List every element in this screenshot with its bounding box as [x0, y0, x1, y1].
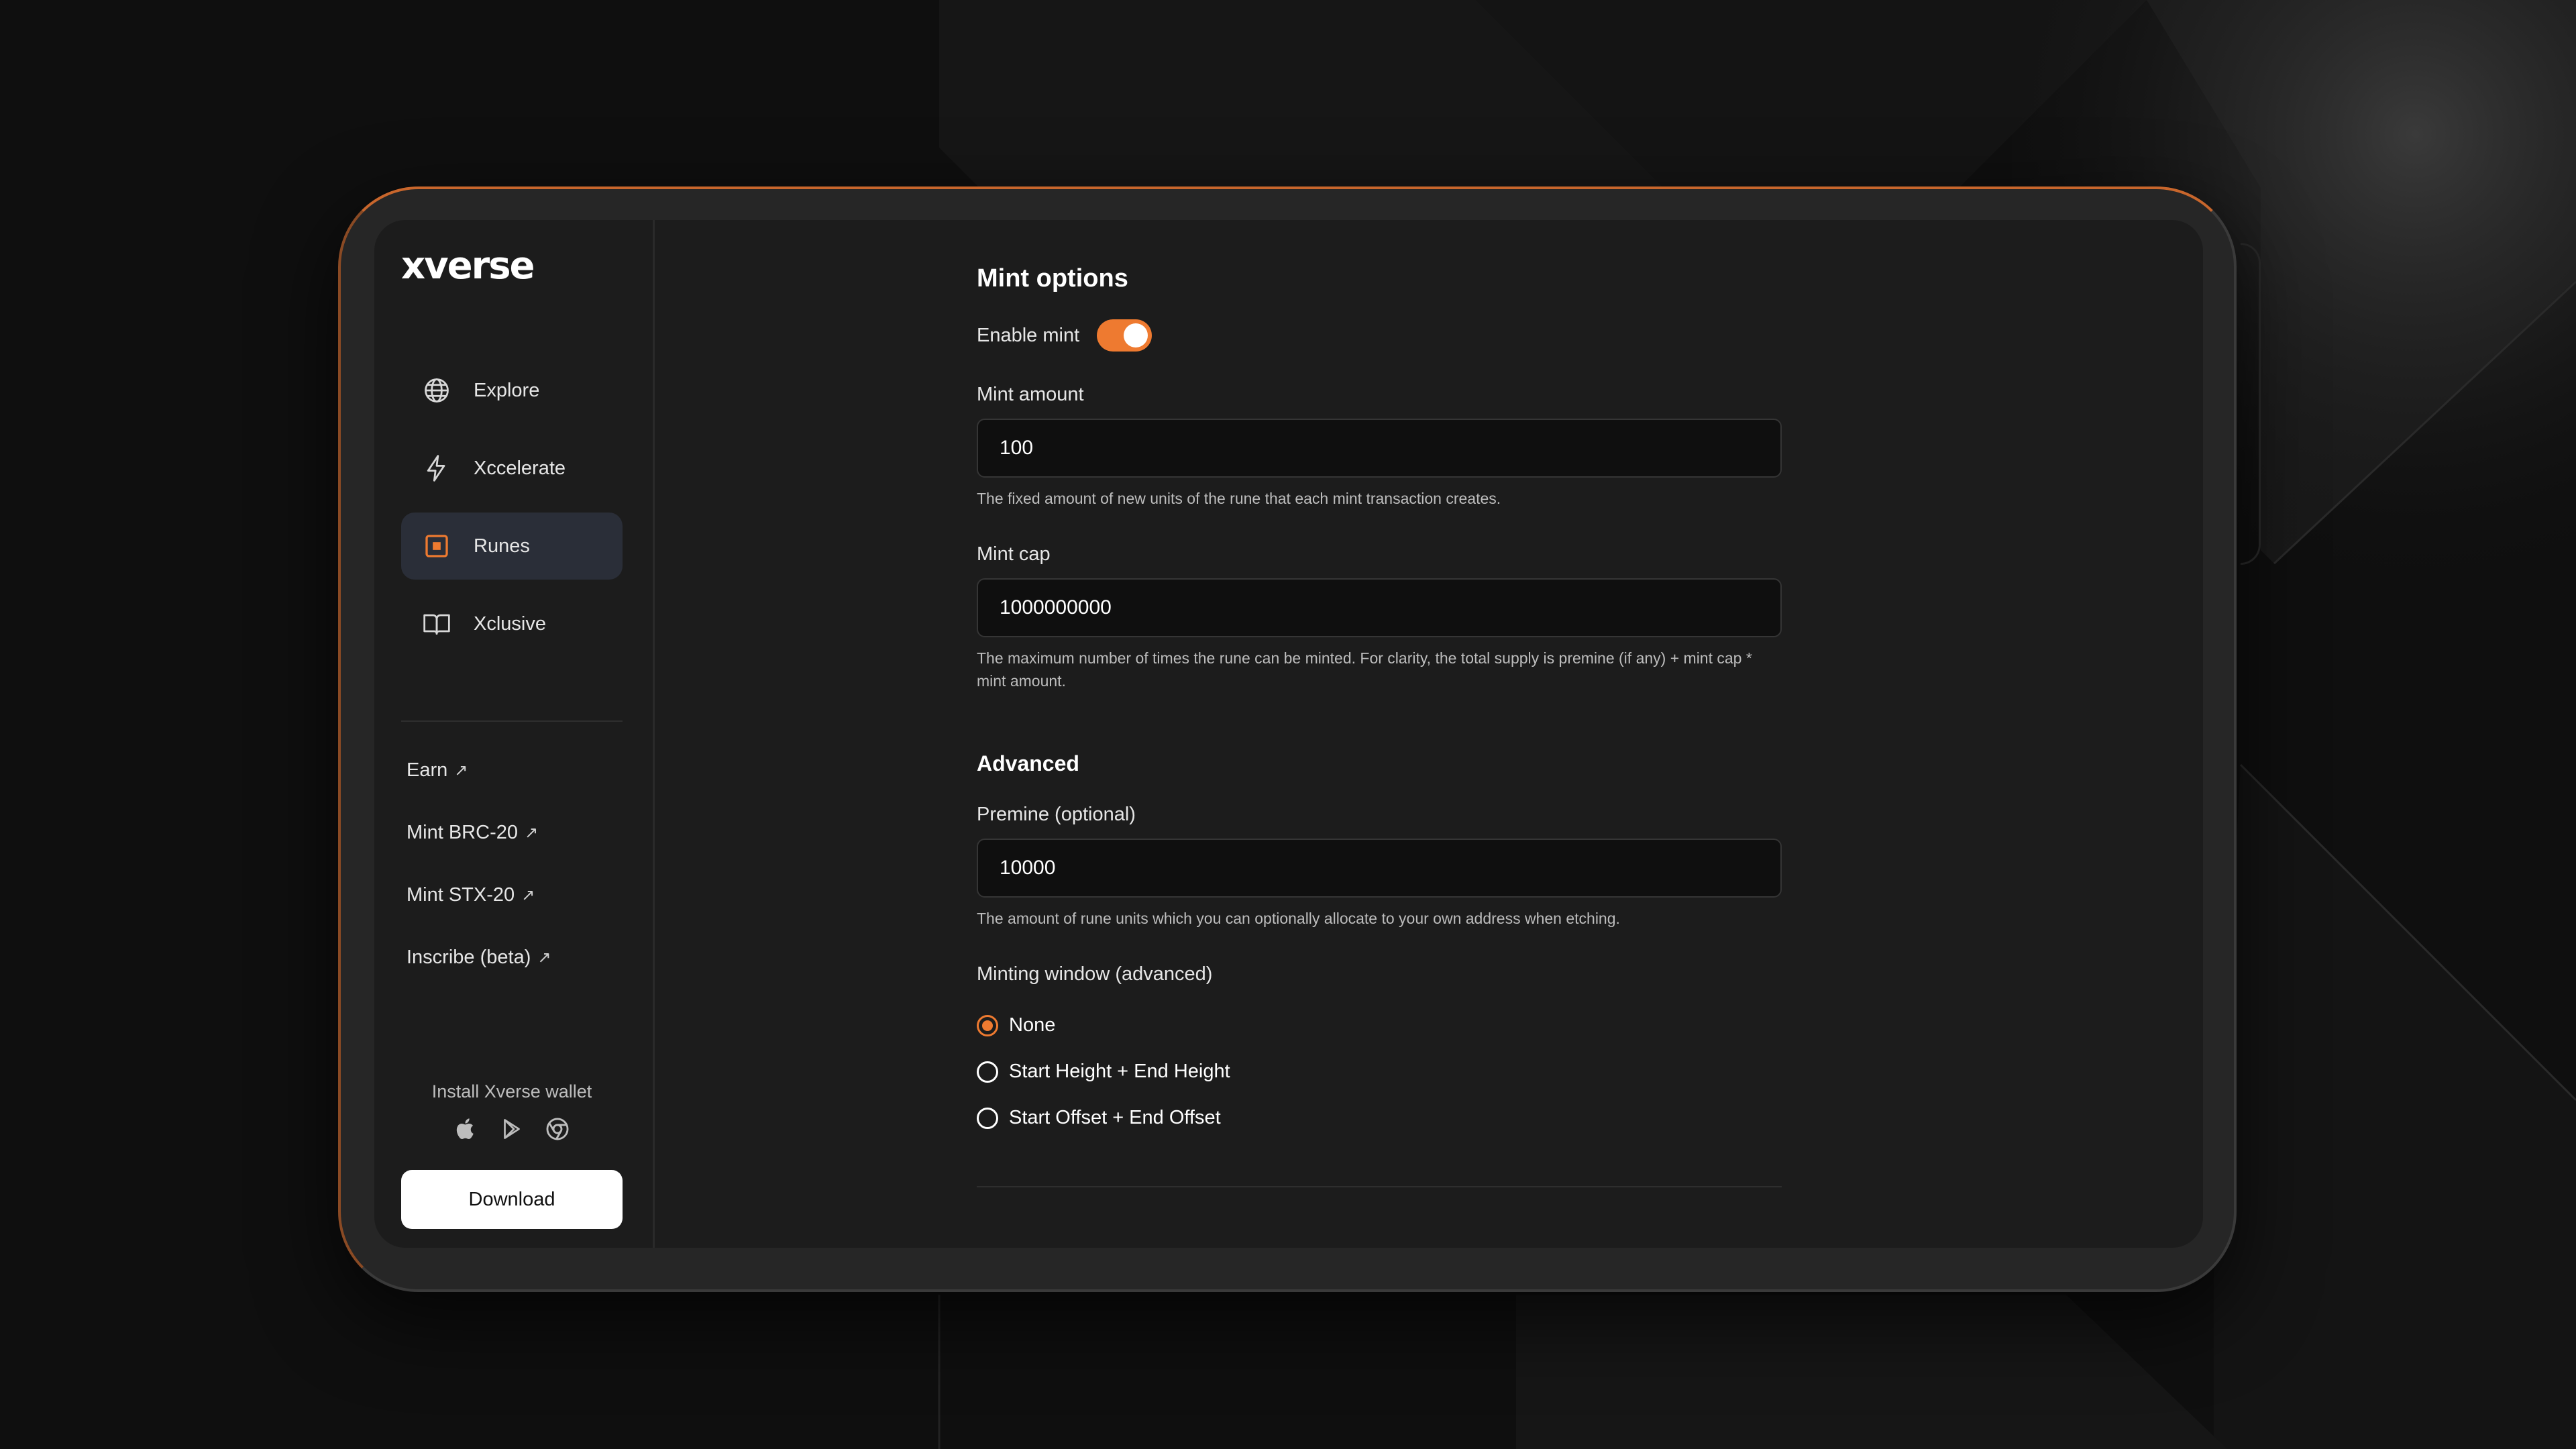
install-wallet-text: Install Xverse wallet	[431, 1081, 592, 1102]
enable-mint-toggle[interactable]	[1097, 319, 1152, 352]
mint-cap-hint: The maximum number of times the rune can…	[977, 649, 1752, 690]
link-label: Earn	[407, 759, 448, 781]
xverse-logo[interactable]: xverse	[401, 244, 535, 288]
mint-amount-hint: The fixed amount of new units of the run…	[977, 490, 1501, 507]
radio-button[interactable]	[977, 1061, 998, 1083]
mint-cap-input[interactable]: 1000000000	[977, 578, 1782, 637]
toggle-knob	[1124, 323, 1148, 347]
globe-icon	[421, 375, 452, 406]
section-divider	[977, 1186, 1782, 1187]
external-link-icon: ↗	[454, 761, 468, 780]
link-label: Inscribe (beta)	[407, 947, 531, 968]
sidebar-divider	[401, 720, 623, 722]
book-icon	[421, 608, 452, 639]
mint-amount-input[interactable]: 100	[977, 419, 1782, 478]
main-content: Mint options Enable mint Mint amount 100…	[655, 220, 2203, 1248]
radio-label: Start Height + End Height	[1009, 1061, 1230, 1082]
external-link-icon: ↗	[521, 886, 535, 904]
mint-cap-label: Mint cap	[977, 543, 1051, 565]
mint-amount-label: Mint amount	[977, 384, 1084, 405]
download-button[interactable]: Download	[401, 1170, 623, 1229]
advanced-title: Advanced	[977, 751, 1079, 775]
sidebar-item-label: Explore	[474, 379, 540, 401]
radio-button[interactable]	[977, 1014, 998, 1036]
sidebar-item-label: Xccelerate	[474, 457, 566, 479]
store-icons	[401, 1115, 623, 1143]
sidebar-item-label: Xclusive	[474, 612, 546, 635]
external-link-icon: ↗	[525, 824, 539, 842]
chrome-icon[interactable]	[543, 1115, 572, 1143]
enable-mint-label: Enable mint	[977, 324, 1080, 346]
apple-icon[interactable]	[452, 1115, 480, 1143]
sidebar-item-runes[interactable]: Runes	[401, 513, 623, 580]
link-label: Mint STX-20	[407, 884, 515, 906]
app-screen: xverse Explore Xccelerate Runes Xclusive	[374, 220, 2203, 1248]
minting-window-label: Minting window (advanced)	[977, 963, 1213, 985]
link-mint-stx20[interactable]: Mint STX-20 ↗	[407, 884, 535, 906]
radio-button[interactable]	[977, 1107, 998, 1129]
runes-icon	[421, 531, 452, 561]
enable-mint-row: Enable mint	[977, 319, 1152, 352]
radio-start-end-offset[interactable]: Start Offset + End Offset	[977, 1107, 1221, 1129]
device-side-bezel	[2241, 243, 2261, 565]
lightning-icon	[421, 453, 452, 484]
premine-input[interactable]: 10000	[977, 839, 1782, 898]
sidebar-item-xccelerate[interactable]: Xccelerate	[401, 435, 623, 502]
link-earn[interactable]: Earn ↗	[407, 759, 468, 782]
link-inscribe[interactable]: Inscribe (beta) ↗	[407, 947, 551, 969]
radio-label: None	[1009, 1014, 1056, 1036]
external-link-icon: ↗	[537, 949, 551, 967]
link-label: Mint BRC-20	[407, 822, 518, 843]
premine-hint: The amount of rune units which you can o…	[977, 910, 1620, 927]
link-mint-brc20[interactable]: Mint BRC-20 ↗	[407, 822, 538, 844]
google-play-icon[interactable]	[498, 1115, 526, 1143]
sidebar: xverse Explore Xccelerate Runes Xclusive	[374, 220, 655, 1248]
radio-none[interactable]: None	[977, 1014, 1055, 1036]
mint-options-title: Mint options	[977, 264, 1128, 292]
sidebar-item-label: Runes	[474, 535, 530, 557]
radio-label: Start Offset + End Offset	[1009, 1107, 1221, 1128]
sidebar-item-explore[interactable]: Explore	[401, 357, 623, 424]
radio-start-end-height[interactable]: Start Height + End Height	[977, 1061, 1230, 1083]
sidebar-item-xclusive[interactable]: Xclusive	[401, 590, 623, 657]
premine-label: Premine (optional)	[977, 804, 1136, 825]
